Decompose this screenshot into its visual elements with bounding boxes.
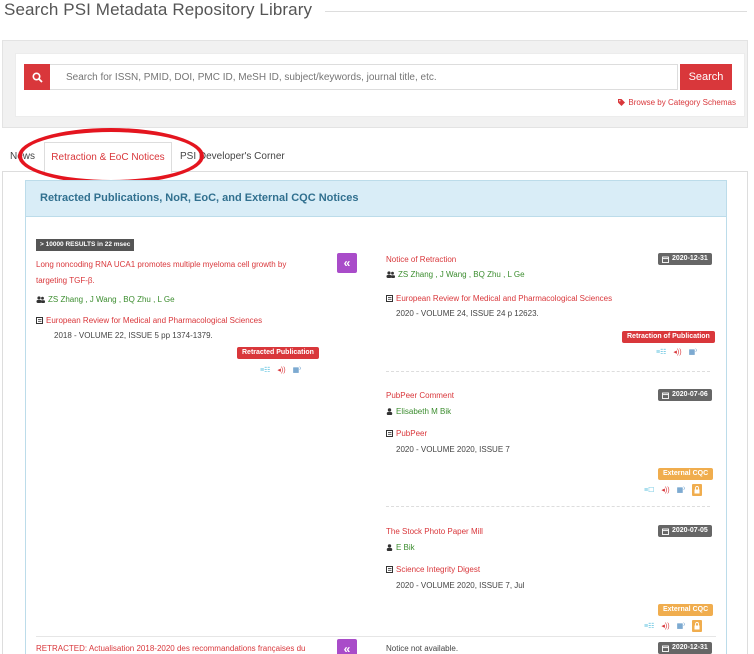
browse-category-label: Browse by Category Schemas <box>628 98 736 107</box>
user-icon <box>386 544 393 551</box>
notice-journal[interactable]: PubPeer <box>386 429 427 438</box>
alert-icon[interactable]: ◂)) <box>673 348 681 356</box>
citation-icon[interactable]: ≡☐ <box>644 486 654 494</box>
notice-action-icons: ≡☷ ◂)) ▦⁾ <box>656 348 697 356</box>
page-title: Search PSI Metadata Repository Library <box>4 0 313 19</box>
publication-authors-text: ZS Zhang , J Wang , BQ Zhu , L Ge <box>48 295 175 304</box>
tab-content: Retracted Publications, NoR, EoC, and Ex… <box>2 172 748 654</box>
citation-icon[interactable]: ≡☷ <box>656 348 666 356</box>
publication-volume: 2018 - VOLUME 22, ISSUE 5 pp 1374-1379. <box>54 331 213 340</box>
details-icon[interactable]: ▦⁾ <box>689 348 697 356</box>
publication-journal-text: European Review for Medical and Pharmaco… <box>46 316 263 325</box>
notice-separator <box>386 506 710 507</box>
lock-icon[interactable] <box>691 484 702 496</box>
notice-date: 2020-07-05 <box>672 527 708 534</box>
alert-icon[interactable]: ◂)) <box>661 486 669 494</box>
search-panel: Search Browse by Category Schemas <box>2 40 748 128</box>
title-divider <box>325 11 747 12</box>
alert-icon[interactable]: ◂)) <box>661 622 669 630</box>
notice-journal-text: Science Integrity Digest <box>396 565 481 574</box>
page-title-row: Search PSI Metadata Repository Library <box>0 0 754 26</box>
notice-date-badge: 2020-07-06 <box>658 389 712 401</box>
notice-journal-text: PubPeer <box>396 429 428 438</box>
tab-retraction-notices[interactable]: Retraction & EoC Notices <box>44 142 172 173</box>
notices-panel-title: Retracted Publications, NoR, EoC, and Ex… <box>40 192 359 204</box>
notice-title[interactable]: Notice of Retraction <box>386 255 456 264</box>
external-cqc-label: External CQC <box>658 468 714 480</box>
details-icon[interactable]: ▦⁾ <box>293 366 301 374</box>
publication-title[interactable]: RETRACTED: Actualisation 2018-2020 des r… <box>36 641 305 654</box>
citation-icon[interactable]: ≡☷ <box>260 366 270 374</box>
citation-icon[interactable]: ≡☷ <box>644 622 654 630</box>
tab-news[interactable]: News <box>10 142 44 172</box>
search-box: Search Browse by Category Schemas <box>15 53 745 117</box>
details-icon[interactable]: ▦⁾ <box>677 486 685 494</box>
results-count-badge: > 10000 RESULTS in 22 msec <box>36 239 135 251</box>
notice-authors: ZS Zhang , J Wang , BQ Zhu , L Ge <box>386 270 525 279</box>
notice-person: Elisabeth M Bik <box>386 407 451 416</box>
lock-icon[interactable] <box>691 620 702 632</box>
notice-title[interactable]: PubPeer Comment <box>386 391 454 400</box>
notice-volume: 2020 - VOLUME 2020, ISSUE 7 <box>396 445 510 454</box>
search-input[interactable] <box>50 64 678 90</box>
users-icon <box>386 271 395 278</box>
notice-date: 2020-07-06 <box>672 391 708 398</box>
browse-category-link[interactable]: Browse by Category Schemas <box>618 98 736 107</box>
notice-date: 2020-12-31 <box>672 255 708 262</box>
notice-action-icons: ≡☐ ◂)) ▦⁾ <box>644 484 702 496</box>
collapse-button[interactable]: « <box>337 253 357 273</box>
details-icon[interactable]: ▦⁾ <box>677 622 685 630</box>
notices-panel-header: Retracted Publications, NoR, EoC, and Ex… <box>26 181 726 217</box>
retracted-publication-label: Retracted Publication <box>237 347 319 359</box>
book-icon <box>386 295 393 302</box>
search-icon[interactable] <box>24 64 50 90</box>
calendar-icon <box>662 528 669 535</box>
notice-action-icons: ≡☷ ◂)) ▦⁾ <box>644 620 702 632</box>
user-icon <box>386 408 393 415</box>
tags-icon <box>618 99 626 106</box>
notice-date-badge: 2020-07-05 <box>658 525 712 537</box>
book-icon <box>386 566 393 573</box>
retraction-of-publication-label: Retraction of Publication <box>622 331 715 343</box>
notice-date-badge: 2020-12-31 <box>658 642 712 654</box>
book-icon <box>386 430 393 437</box>
notice-date-badge: 2020-12-31 <box>658 253 712 265</box>
notice-person: E Bik <box>386 543 415 552</box>
collapse-button[interactable]: « <box>337 639 357 654</box>
magnifier-icon <box>31 71 43 83</box>
calendar-icon <box>662 392 669 399</box>
tab-bar: News Retraction & EoC Notices PSI Develo… <box>2 142 748 173</box>
alert-icon[interactable]: ◂)) <box>277 366 285 374</box>
calendar-icon <box>662 645 669 652</box>
notice-date: 2020-12-31 <box>672 644 708 651</box>
book-icon <box>36 317 43 324</box>
notice-person-text: E Bik <box>396 543 415 552</box>
users-icon <box>36 296 45 303</box>
publication-authors: ZS Zhang , J Wang , BQ Zhu , L Ge <box>36 295 175 304</box>
notice-authors-text: ZS Zhang , J Wang , BQ Zhu , L Ge <box>398 270 525 279</box>
publication-title-line-2: targeting TGF-β. <box>36 276 95 285</box>
notice-volume: 2020 - VOLUME 2020, ISSUE 7, Jul <box>396 581 525 590</box>
external-cqc-label: External CQC <box>658 604 714 616</box>
notice-journal[interactable]: Science Integrity Digest <box>386 565 480 574</box>
result-row-separator <box>36 636 716 637</box>
notice-person-text: Elisabeth M Bik <box>396 407 452 416</box>
calendar-icon <box>662 256 669 263</box>
search-button[interactable]: Search <box>680 64 732 90</box>
notice-journal-text: European Review for Medical and Pharmaco… <box>396 294 613 303</box>
publication-title-line-1: Long noncoding RNA UCA1 promotes multipl… <box>36 260 287 269</box>
notice-title[interactable]: The Stock Photo Paper Mill <box>386 527 483 536</box>
publication-title[interactable]: Long noncoding RNA UCA1 promotes multipl… <box>36 257 286 289</box>
notices-panel: Retracted Publications, NoR, EoC, and Ex… <box>25 180 727 654</box>
notice-unavailable-text: Notice not available. <box>386 644 459 653</box>
notice-separator <box>386 371 710 372</box>
publication-action-icons: ≡☷ ◂)) ▦⁾ <box>260 366 301 374</box>
notice-journal[interactable]: European Review for Medical and Pharmaco… <box>386 294 612 303</box>
tab-developers-corner[interactable]: PSI Developer's Corner <box>180 142 290 172</box>
publication-journal[interactable]: European Review for Medical and Pharmaco… <box>36 316 262 325</box>
notice-volume: 2020 - VOLUME 24, ISSUE 24 p 12623. <box>396 309 539 318</box>
